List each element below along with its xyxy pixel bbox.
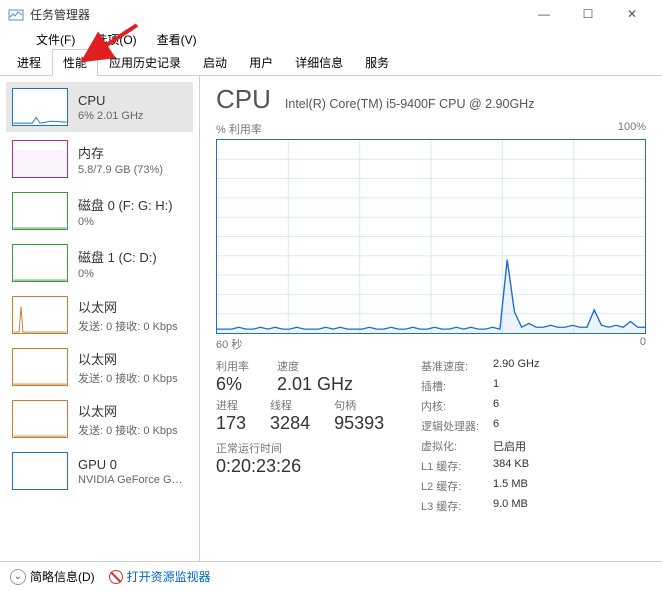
app-icon <box>8 6 24 22</box>
sidebar-item-disk0[interactable]: 磁盘 0 (F: G: H:) 0% <box>6 186 193 236</box>
core-label: 内核: <box>421 398 493 414</box>
virt-value: 已启用 <box>493 438 526 454</box>
sidebar-item-disk1[interactable]: 磁盘 1 (C: D:) 0% <box>6 238 193 288</box>
tab-startup[interactable]: 启动 <box>192 49 238 75</box>
chart-ymax: 100% <box>618 121 646 137</box>
ethernet-thumb <box>12 400 68 438</box>
sidebar-item-sub: 0% <box>78 216 173 228</box>
l3-value: 9.0 MB <box>493 498 528 514</box>
minimize-button[interactable]: — <box>522 0 566 28</box>
menu-view[interactable]: 查看(V) <box>147 29 207 50</box>
lproc-label: 逻辑处理器: <box>421 418 493 434</box>
sidebar-item-label: 以太网 <box>78 297 178 316</box>
hnd-label: 句柄 <box>334 397 384 413</box>
sidebar-item-sub: 6% 2.01 GHz <box>78 110 143 122</box>
ethernet-thumb <box>12 296 68 334</box>
util-label: 利用率 <box>216 358 249 374</box>
menu-file[interactable] <box>6 37 26 41</box>
sidebar-item-ethernet2[interactable]: 以太网 发送: 0 接收: 0 Kbps <box>6 394 193 444</box>
sidebar-item-label: GPU 0 <box>78 457 183 472</box>
util-value: 6% <box>216 374 249 395</box>
sidebar-item-label: 以太网 <box>78 401 178 420</box>
sidebar-item-sub: 发送: 0 接收: 0 Kbps <box>78 370 178 386</box>
speed-value: 2.01 GHz <box>277 374 353 395</box>
main-panel: CPU Intel(R) Core(TM) i5-9400F CPU @ 2.9… <box>200 76 662 561</box>
speed-label: 速度 <box>277 358 353 374</box>
base-label: 基准速度: <box>421 358 493 374</box>
proc-label: 进程 <box>216 397 246 413</box>
uptime-label: 正常运行时间 <box>216 440 421 456</box>
disk-thumb <box>12 192 68 230</box>
menu-options[interactable]: 选项(O) <box>85 29 146 50</box>
cpu-model: Intel(R) Core(TM) i5-9400F CPU @ 2.90GHz <box>285 97 535 111</box>
page-title: CPU <box>216 84 271 115</box>
sidebar-item-sub: NVIDIA GeForce G… <box>78 474 183 486</box>
sidebar-item-sub: 发送: 0 接收: 0 Kbps <box>78 422 178 438</box>
sidebar-item-sub: 5.8/7.9 GB (73%) <box>78 164 163 176</box>
sidebar-item-memory[interactable]: 内存 5.8/7.9 GB (73%) <box>6 134 193 184</box>
l3-label: L3 缓存: <box>421 498 493 514</box>
memory-thumb <box>12 140 68 178</box>
sidebar-item-label: 磁盘 1 (C: D:) <box>78 247 157 266</box>
thr-value: 3284 <box>270 413 310 434</box>
sidebar-item-label: CPU <box>78 93 143 108</box>
tab-processes[interactable]: 进程 <box>6 49 52 75</box>
sidebar-item-cpu[interactable]: CPU 6% 2.01 GHz <box>6 82 193 132</box>
window-title: 任务管理器 <box>30 6 522 23</box>
cpu-chart[interactable] <box>216 139 646 334</box>
base-value: 2.90 GHz <box>493 358 539 374</box>
sidebar-item-label: 磁盘 0 (F: G: H:) <box>78 195 173 214</box>
close-button[interactable]: ✕ <box>610 0 654 28</box>
menu-file[interactable]: 文件(F) <box>26 29 85 50</box>
l1-value: 384 KB <box>493 458 529 474</box>
uptime-value: 0:20:23:26 <box>216 456 421 477</box>
tab-details[interactable]: 详细信息 <box>284 49 354 75</box>
resource-monitor-icon <box>109 570 123 584</box>
lproc-value: 6 <box>493 418 499 434</box>
l2-label: L2 缓存: <box>421 478 493 494</box>
tab-performance[interactable]: 性能 <box>52 49 98 76</box>
sidebar-item-label: 内存 <box>78 143 163 162</box>
hnd-value: 95393 <box>334 413 384 434</box>
sidebar-item-label: 以太网 <box>78 349 178 368</box>
sidebar-item-ethernet0[interactable]: 以太网 发送: 0 接收: 0 Kbps <box>6 290 193 340</box>
chart-ylabel: % 利用率 <box>216 121 262 137</box>
tab-apphistory[interactable]: 应用历史记录 <box>98 49 192 75</box>
tab-services[interactable]: 服务 <box>354 49 400 75</box>
l1-label: L1 缓存: <box>421 458 493 474</box>
open-resource-monitor-link[interactable]: 打开资源监视器 <box>109 568 211 585</box>
chart-xright: 0 <box>640 336 646 352</box>
tab-users[interactable]: 用户 <box>238 49 284 75</box>
statusbar: ⌄ 简略信息(D) 打开资源监视器 <box>0 561 662 591</box>
tabs: 进程 性能 应用历史记录 启动 用户 详细信息 服务 <box>0 50 662 76</box>
l2-value: 1.5 MB <box>493 478 528 494</box>
disk-thumb <box>12 244 68 282</box>
sock-label: 插槽: <box>421 378 493 394</box>
sidebar-item-sub: 0% <box>78 268 157 280</box>
ethernet-thumb <box>12 348 68 386</box>
chart-xleft: 60 秒 <box>216 336 242 352</box>
virt-label: 虚拟化: <box>421 438 493 454</box>
sidebar[interactable]: CPU 6% 2.01 GHz 内存 5.8/7.9 GB (73%) 磁盘 0… <box>0 76 200 561</box>
sidebar-item-sub: 发送: 0 接收: 0 Kbps <box>78 318 178 334</box>
content: CPU 6% 2.01 GHz 内存 5.8/7.9 GB (73%) 磁盘 0… <box>0 76 662 561</box>
thr-label: 线程 <box>270 397 310 413</box>
proc-value: 173 <box>216 413 246 434</box>
fewer-details-label: 简略信息(D) <box>30 568 95 585</box>
cpu-thumb <box>12 88 68 126</box>
resource-monitor-label: 打开资源监视器 <box>127 568 211 585</box>
core-value: 6 <box>493 398 499 414</box>
titlebar: 任务管理器 — ☐ ✕ <box>0 0 662 28</box>
menubar: 文件(F) 选项(O) 查看(V) <box>0 28 662 50</box>
maximize-button[interactable]: ☐ <box>566 0 610 28</box>
sidebar-item-gpu0[interactable]: GPU 0 NVIDIA GeForce G… <box>6 446 193 496</box>
sidebar-item-ethernet1[interactable]: 以太网 发送: 0 接收: 0 Kbps <box>6 342 193 392</box>
sock-value: 1 <box>493 378 499 394</box>
fewer-details-button[interactable]: ⌄ 简略信息(D) <box>10 568 95 585</box>
gpu-thumb <box>12 452 68 490</box>
chevron-down-icon: ⌄ <box>10 569 26 585</box>
